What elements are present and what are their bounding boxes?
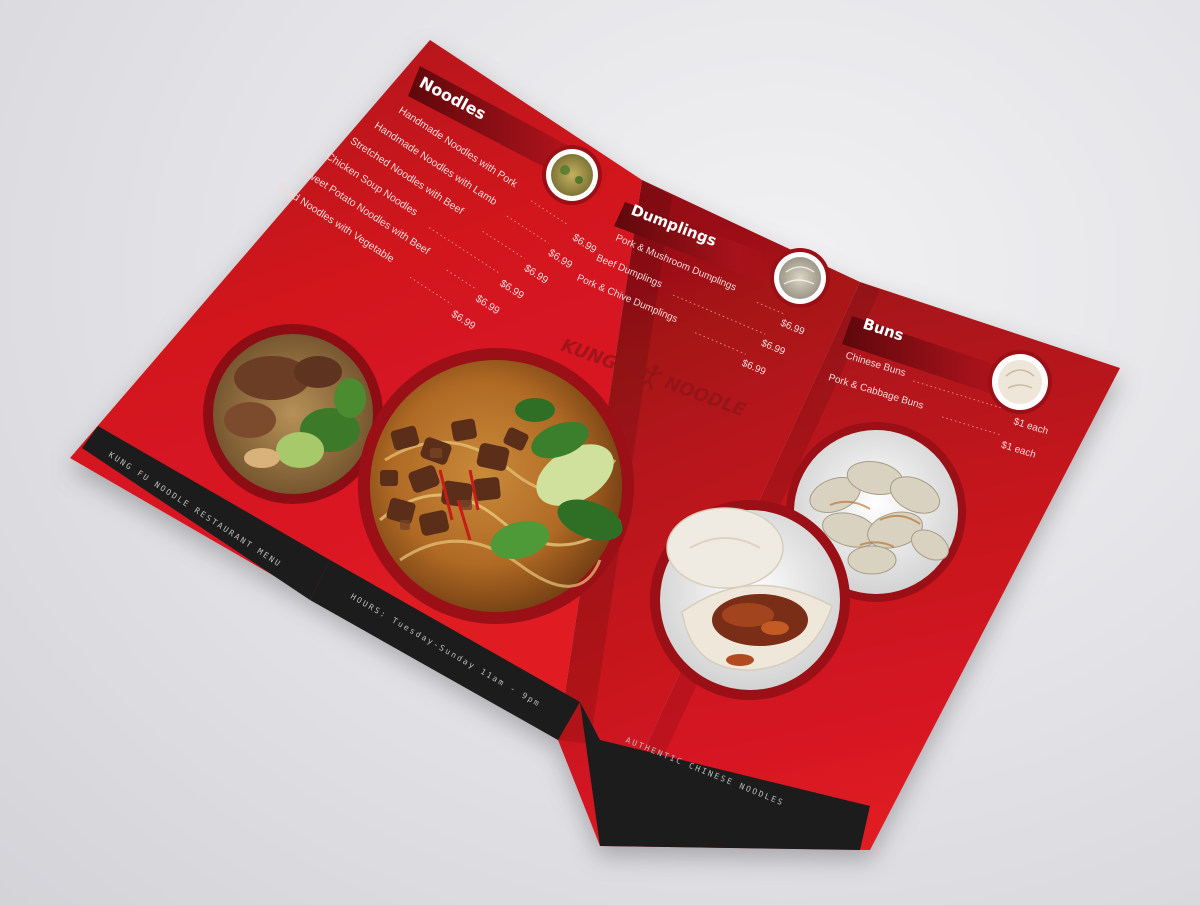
menu-brochure-scene: KUNG FU NOODLE RESTAURANT MENU HOURS: Tu… <box>70 40 1120 850</box>
buns-thumbnail <box>988 350 1052 414</box>
noodles-thumbnail <box>542 145 602 205</box>
buns-plate-photo <box>650 500 850 700</box>
kung-fu-noodle-bowl-photo <box>358 348 634 624</box>
beef-noodle-photo <box>203 324 383 504</box>
dumplings-thumbnail <box>770 248 830 308</box>
